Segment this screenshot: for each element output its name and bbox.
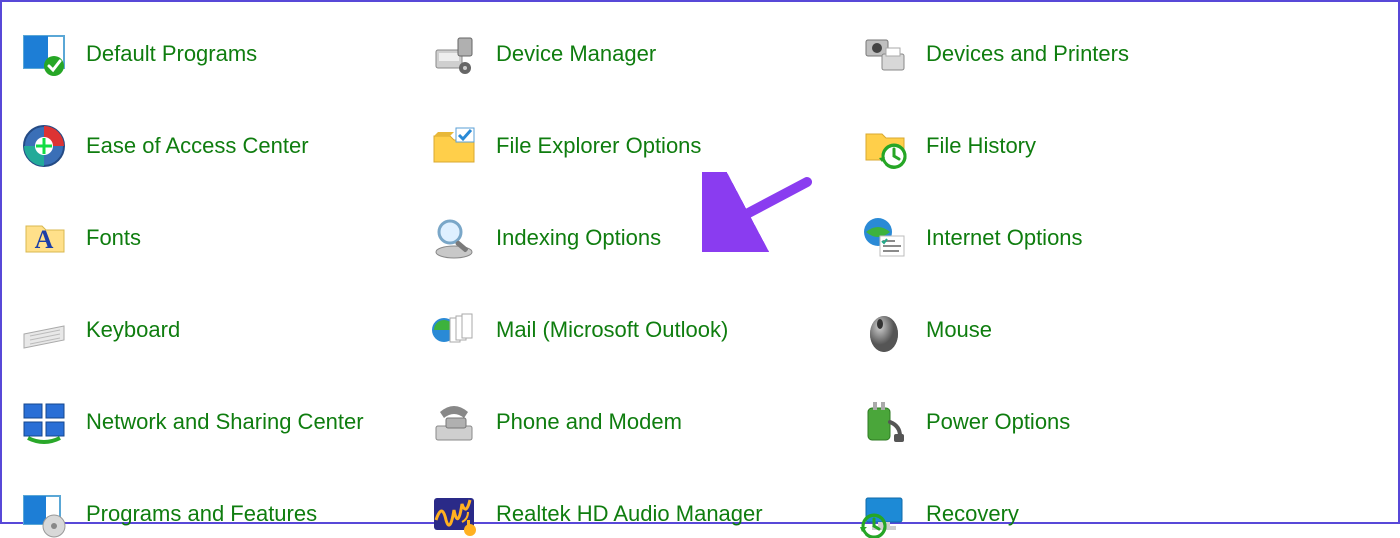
phone-modem-icon: [430, 398, 478, 446]
item-fonts[interactable]: A Fonts: [20, 214, 420, 262]
item-device-manager[interactable]: Device Manager: [430, 30, 850, 78]
control-panel-icons-grid: Default Programs Device Manager Devices …: [20, 30, 1398, 538]
ease-of-access-icon: [20, 122, 68, 170]
item-file-history[interactable]: File History: [860, 122, 1280, 170]
fonts-icon: A: [20, 214, 68, 262]
item-phone-modem[interactable]: Phone and Modem: [430, 398, 850, 446]
default-programs-icon: [20, 30, 68, 78]
realtek-audio-icon: [430, 490, 478, 538]
label-ease-of-access: Ease of Access Center: [86, 133, 309, 159]
item-devices-printers[interactable]: Devices and Printers: [860, 30, 1280, 78]
mail-outlook-icon: [430, 306, 478, 354]
indexing-options-icon: [430, 214, 478, 262]
device-manager-icon: [430, 30, 478, 78]
item-file-explorer-options[interactable]: File Explorer Options: [430, 122, 850, 170]
item-internet-options[interactable]: Internet Options: [860, 214, 1280, 262]
label-mail-outlook: Mail (Microsoft Outlook): [496, 317, 728, 343]
item-recovery[interactable]: Recovery: [860, 490, 1280, 538]
label-fonts: Fonts: [86, 225, 141, 251]
item-indexing-options[interactable]: Indexing Options: [430, 214, 850, 262]
item-mouse[interactable]: Mouse: [860, 306, 1280, 354]
file-history-icon: [860, 122, 908, 170]
label-device-manager: Device Manager: [496, 41, 656, 67]
item-ease-of-access[interactable]: Ease of Access Center: [20, 122, 420, 170]
item-keyboard[interactable]: Keyboard: [20, 306, 420, 354]
item-realtek-audio[interactable]: Realtek HD Audio Manager: [430, 490, 850, 538]
label-power-options: Power Options: [926, 409, 1070, 435]
label-realtek-audio: Realtek HD Audio Manager: [496, 501, 763, 527]
label-network-sharing: Network and Sharing Center: [86, 409, 364, 435]
internet-options-icon: [860, 214, 908, 262]
label-programs-features: Programs and Features: [86, 501, 317, 527]
item-programs-features[interactable]: Programs and Features: [20, 490, 420, 538]
keyboard-icon: [20, 306, 68, 354]
item-default-programs[interactable]: Default Programs: [20, 30, 420, 78]
label-mouse: Mouse: [926, 317, 992, 343]
recovery-icon: [860, 490, 908, 538]
file-explorer-options-icon: [430, 122, 478, 170]
power-options-icon: [860, 398, 908, 446]
devices-printers-icon: [860, 30, 908, 78]
item-power-options[interactable]: Power Options: [860, 398, 1280, 446]
network-sharing-icon: [20, 398, 68, 446]
svg-text:A: A: [35, 225, 54, 254]
item-network-sharing[interactable]: Network and Sharing Center: [20, 398, 420, 446]
label-indexing-options: Indexing Options: [496, 225, 661, 251]
label-default-programs: Default Programs: [86, 41, 257, 67]
label-recovery: Recovery: [926, 501, 1019, 527]
label-devices-printers: Devices and Printers: [926, 41, 1129, 67]
mouse-icon: [860, 306, 908, 354]
item-mail-outlook[interactable]: Mail (Microsoft Outlook): [430, 306, 850, 354]
label-file-history: File History: [926, 133, 1036, 159]
label-internet-options: Internet Options: [926, 225, 1083, 251]
programs-features-icon: [20, 490, 68, 538]
label-file-explorer-options: File Explorer Options: [496, 133, 701, 159]
label-keyboard: Keyboard: [86, 317, 180, 343]
label-phone-modem: Phone and Modem: [496, 409, 682, 435]
